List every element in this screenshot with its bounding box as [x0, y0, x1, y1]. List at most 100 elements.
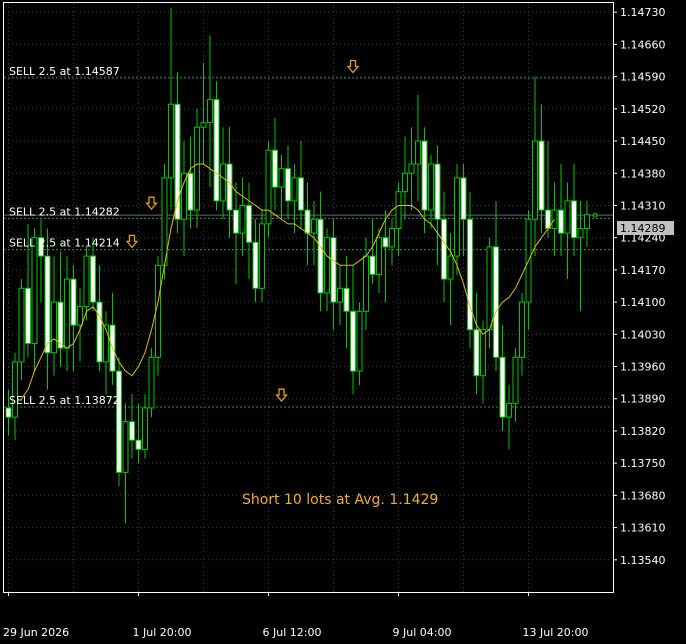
- candle-body: [337, 287, 343, 303]
- y-tick-label: 1.14030: [620, 328, 666, 341]
- candle-body: [395, 191, 402, 229]
- candle-body: [44, 255, 51, 354]
- candle: [213, 81, 220, 211]
- candle-body: [168, 103, 174, 179]
- candle-body: [460, 177, 467, 220]
- candle-body: [233, 209, 239, 234]
- candle-body: [532, 140, 538, 220]
- candle-body: [252, 241, 259, 289]
- candle-body: [213, 99, 220, 202]
- candle-body: [31, 237, 38, 345]
- candle-body: [538, 140, 545, 211]
- candle-body: [70, 278, 77, 326]
- candle-body: [272, 149, 278, 188]
- candle-body: [447, 255, 454, 280]
- candle-body: [116, 370, 122, 473]
- candle-body: [291, 177, 298, 202]
- y-tick-label: 1.13540: [620, 554, 666, 567]
- candle-body: [298, 177, 304, 211]
- candle-body: [402, 172, 408, 193]
- candle-body: [265, 149, 272, 225]
- candle: [259, 210, 265, 303]
- candle-body: [207, 99, 213, 124]
- y-tick-label: 1.14310: [620, 199, 666, 212]
- candle-body: [480, 329, 486, 377]
- candle-body: [428, 163, 434, 211]
- candle-body: [415, 140, 421, 165]
- y-tick-label: 1.13890: [620, 393, 666, 406]
- current-price-tag: 1.14289: [617, 221, 674, 235]
- candle-body: [317, 218, 324, 294]
- candle-body: [441, 218, 447, 280]
- candle-body: [324, 237, 330, 294]
- candle-body: [161, 177, 168, 266]
- candle-body: [181, 172, 187, 220]
- candle-body: [311, 218, 317, 234]
- sell-order-label: SELL 2.5 at 1.13872: [9, 394, 120, 407]
- candle-body: [259, 223, 265, 289]
- candle-body: [285, 168, 291, 202]
- candle-body: [51, 301, 57, 354]
- candle-body: [278, 168, 285, 188]
- candle-body: [558, 209, 564, 234]
- y-tick-label: 1.13680: [620, 489, 666, 502]
- x-tick-label: 29 Jun 2026: [3, 626, 69, 639]
- candle-body: [129, 421, 135, 441]
- candle-body: [382, 237, 389, 248]
- candle-body: [83, 255, 90, 308]
- candle-body: [135, 439, 142, 450]
- candle-body: [220, 163, 226, 202]
- candle-body: [12, 361, 18, 418]
- candle-body: [18, 287, 25, 363]
- candle-body: [57, 301, 64, 349]
- candle-body: [226, 163, 233, 211]
- candle-body: [376, 237, 382, 275]
- y-tick-label: 1.14730: [620, 6, 666, 19]
- candle: [161, 164, 168, 280]
- candle-body: [330, 237, 337, 303]
- candle: [194, 108, 200, 229]
- candle-body: [90, 255, 96, 303]
- candle-body: [246, 204, 252, 243]
- candle-body: [363, 255, 369, 312]
- candle-body: [96, 301, 103, 363]
- y-tick-label: 1.14590: [620, 71, 666, 84]
- candle-body: [454, 177, 460, 257]
- y-tick-label: 1.14100: [620, 296, 666, 309]
- y-tick-label: 1.14520: [620, 103, 666, 116]
- candle-body: [493, 246, 499, 358]
- candle-body: [434, 163, 441, 220]
- candle-body: [369, 255, 376, 275]
- sell-order-label: SELL 2.5 at 1.14282: [9, 205, 120, 218]
- price-chart[interactable]: SELL 2.5 at 1.14587 SELL 2.5 at 1.14282 SE…: [0, 0, 686, 644]
- candle-body: [25, 287, 31, 345]
- current-price-label: 1.14289: [620, 222, 666, 235]
- candle: [155, 256, 161, 376]
- candle-body: [571, 200, 577, 239]
- y-tick-label: 1.13610: [620, 522, 666, 535]
- sell-order-label: SELL 2.5 at 1.14587: [9, 65, 120, 78]
- y-tick-label: 1.14660: [620, 38, 666, 51]
- candle-body: [486, 246, 493, 331]
- candle-body: [187, 172, 194, 211]
- candle-body: [389, 227, 395, 248]
- x-tick-label: 9 Jul 04:00: [393, 626, 452, 639]
- y-tick-label: 1.13750: [620, 457, 666, 470]
- candle: [265, 141, 272, 238]
- candle-body: [519, 301, 525, 358]
- candle: [148, 348, 155, 418]
- y-tick-label: 1.14380: [620, 167, 666, 180]
- candle: [116, 357, 122, 487]
- candle-body: [343, 287, 350, 312]
- candle-body: [200, 122, 207, 128]
- candle-body: [350, 310, 356, 372]
- candle-body: [499, 356, 506, 418]
- candle-body: [5, 407, 12, 418]
- candle-body: [577, 227, 584, 239]
- y-tick-label: 1.14170: [620, 264, 666, 277]
- sell-order-label: SELL 2.5 at 1.14214: [9, 237, 120, 250]
- y-tick-label: 1.13960: [620, 361, 666, 374]
- candle-body: [356, 310, 363, 372]
- candle-body: [194, 126, 200, 211]
- candle-body: [584, 214, 590, 229]
